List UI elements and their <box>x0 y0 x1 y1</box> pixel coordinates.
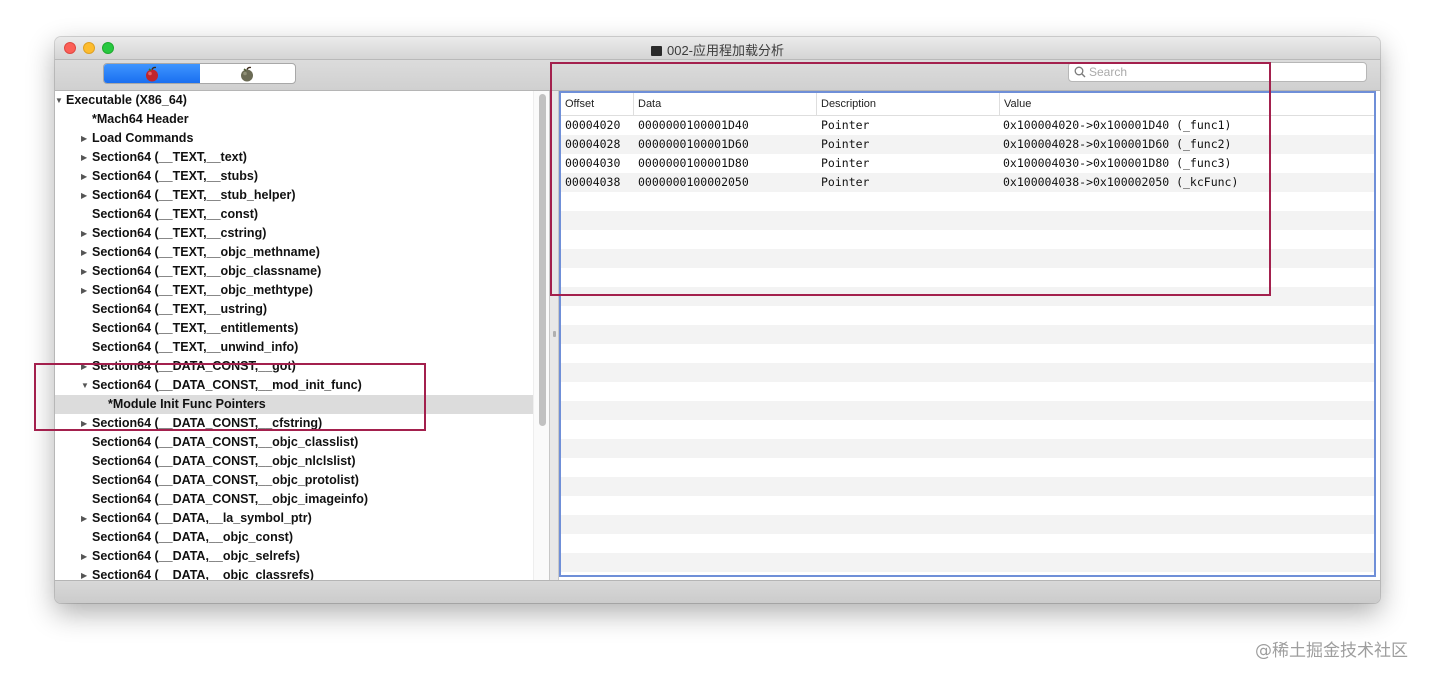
sidebar-item-label: Section64 (__TEXT,__unwind_info) <box>92 340 299 354</box>
sidebar-item-label: Section64 (__DATA_CONST,__objc_protolist… <box>92 473 359 487</box>
sidebar-item[interactable]: ▶ Section64 (__TEXT,__objc_methname) <box>55 243 533 262</box>
annotation-box-table <box>550 62 1271 296</box>
disclosure-collapsed-icon[interactable]: ▶ <box>81 547 87 566</box>
sidebar-item-label: Section64 (__TEXT,__ustring) <box>92 302 268 316</box>
window-title: 002-应用程加载分析 <box>666 43 785 58</box>
sidebar-item[interactable]: ▶ Section64 (__DATA,__la_symbol_ptr) <box>55 509 533 528</box>
sidebar-item-label: Section64 (__TEXT,__stubs) <box>92 169 259 183</box>
sidebar-item[interactable]: Section64 (__DATA_CONST,__objc_nlclslist… <box>55 452 533 471</box>
sidebar-item[interactable]: ▶ Section64 (__TEXT,__cstring) <box>55 224 533 243</box>
sidebar-item-label: Section64 (__TEXT,__objc_classname) <box>92 264 322 278</box>
sidebar-item-label: Section64 (__TEXT,__text) <box>92 150 247 164</box>
sidebar-item[interactable]: Section64 (__DATA_CONST,__objc_classlist… <box>55 433 533 452</box>
disclosure-collapsed-icon[interactable]: ▶ <box>81 148 87 167</box>
disclosure-collapsed-icon[interactable]: ▶ <box>81 509 87 528</box>
sidebar-item-label: Section64 (__DATA_CONST,__objc_imageinfo… <box>92 492 368 506</box>
sidebar-item-label: Executable (X86_64) <box>66 93 187 107</box>
sidebar-item[interactable]: ▶ Section64 (__DATA,__objc_classrefs) <box>55 566 533 580</box>
title-bar: 002-应用程加载分析 <box>55 37 1380 60</box>
sidebar-item[interactable]: ▶ Section64 (__TEXT,__text) <box>55 148 533 167</box>
sidebar-item[interactable]: ▶ Section64 (__DATA,__objc_selrefs) <box>55 547 533 566</box>
segment-rva-button[interactable] <box>200 64 296 83</box>
segment-raw-button[interactable] <box>104 64 200 83</box>
disclosure-collapsed-icon[interactable]: ▶ <box>81 281 87 300</box>
sidebar-item-label: Section64 (__TEXT,__stub_helper) <box>92 188 296 202</box>
sidebar-item-label: Section64 (__DATA,__objc_selrefs) <box>92 549 300 563</box>
sidebar-item[interactable]: ▶ Load Commands <box>55 129 533 148</box>
sidebar-item-label: *Mach64 Header <box>92 112 189 126</box>
sidebar-item-label: Load Commands <box>92 131 194 145</box>
sidebar-item-label: Section64 (__DATA_CONST,__objc_nlclslist… <box>92 454 356 468</box>
sidebar-item[interactable]: ▶ Section64 (__TEXT,__objc_classname) <box>55 262 533 281</box>
document-icon <box>650 46 662 56</box>
disclosure-collapsed-icon[interactable]: ▶ <box>81 243 87 262</box>
disclosure-collapsed-icon[interactable]: ▶ <box>81 224 87 243</box>
sidebar-item[interactable]: Section64 (__DATA,__objc_const) <box>55 528 533 547</box>
sidebar-item-label: Section64 (__TEXT,__objc_methtype) <box>92 283 313 297</box>
watermark: @稀土掘金技术社区 <box>1255 641 1408 661</box>
view-mode-segmented-control[interactable] <box>103 63 296 84</box>
sidebar-item[interactable]: Section64 (__DATA_CONST,__objc_imageinfo… <box>55 490 533 509</box>
sidebar-item[interactable]: Section64 (__TEXT,__unwind_info) <box>55 338 533 357</box>
sidebar-item[interactable]: ▶ Section64 (__TEXT,__stub_helper) <box>55 186 533 205</box>
sidebar-item[interactable]: ▶ Section64 (__TEXT,__objc_methtype) <box>55 281 533 300</box>
window-title-area: 002-应用程加载分析 <box>55 40 1380 59</box>
sidebar-scroll-thumb[interactable] <box>539 94 546 426</box>
disclosure-collapsed-icon[interactable]: ▶ <box>81 167 87 186</box>
sidebar-item[interactable]: ▼ Executable (X86_64) <box>55 91 533 110</box>
sidebar-item[interactable]: Section64 (__TEXT,__ustring) <box>55 300 533 319</box>
status-bar <box>55 580 1380 603</box>
sidebar-item-label: Section64 (__TEXT,__cstring) <box>92 226 267 240</box>
sidebar-item[interactable]: ▶ Section64 (__TEXT,__stubs) <box>55 167 533 186</box>
annotation-box-sidebar <box>34 363 426 431</box>
sidebar-item-label: Section64 (__DATA,__objc_classrefs) <box>92 568 314 580</box>
disclosure-collapsed-icon[interactable]: ▶ <box>81 186 87 205</box>
sidebar-item-label: Section64 (__TEXT,__const) <box>92 207 259 221</box>
apple-bomb-icon-gray <box>241 66 254 81</box>
disclosure-collapsed-icon[interactable]: ▶ <box>81 129 87 148</box>
apple-bomb-icon-red <box>145 66 158 81</box>
sidebar-item-label: Section64 (__DATA_CONST,__objc_classlist… <box>92 435 359 449</box>
sidebar-scrollbar[interactable] <box>533 91 549 580</box>
sidebar-tree[interactable]: ▼ Executable (X86_64) *Mach64 Header ▶ Load … <box>55 91 549 580</box>
sidebar-item-label: Section64 (__TEXT,__entitlements) <box>92 321 299 335</box>
sidebar-item-label: Section64 (__DATA,__la_symbol_ptr) <box>92 511 312 525</box>
disclosure-collapsed-icon[interactable]: ▶ <box>81 262 87 281</box>
sidebar-item[interactable]: Section64 (__DATA_CONST,__objc_protolist… <box>55 471 533 490</box>
disclosure-expanded-icon[interactable]: ▼ <box>55 91 63 110</box>
sidebar-item[interactable]: Section64 (__TEXT,__const) <box>55 205 533 224</box>
disclosure-collapsed-icon[interactable]: ▶ <box>81 566 87 580</box>
sidebar-item[interactable]: *Mach64 Header <box>55 110 533 129</box>
sidebar-item[interactable]: Section64 (__TEXT,__entitlements) <box>55 319 533 338</box>
sidebar-item-label: Section64 (__TEXT,__objc_methname) <box>92 245 320 259</box>
divider-grip <box>553 331 556 337</box>
sidebar-item-label: Section64 (__DATA,__objc_const) <box>92 530 293 544</box>
